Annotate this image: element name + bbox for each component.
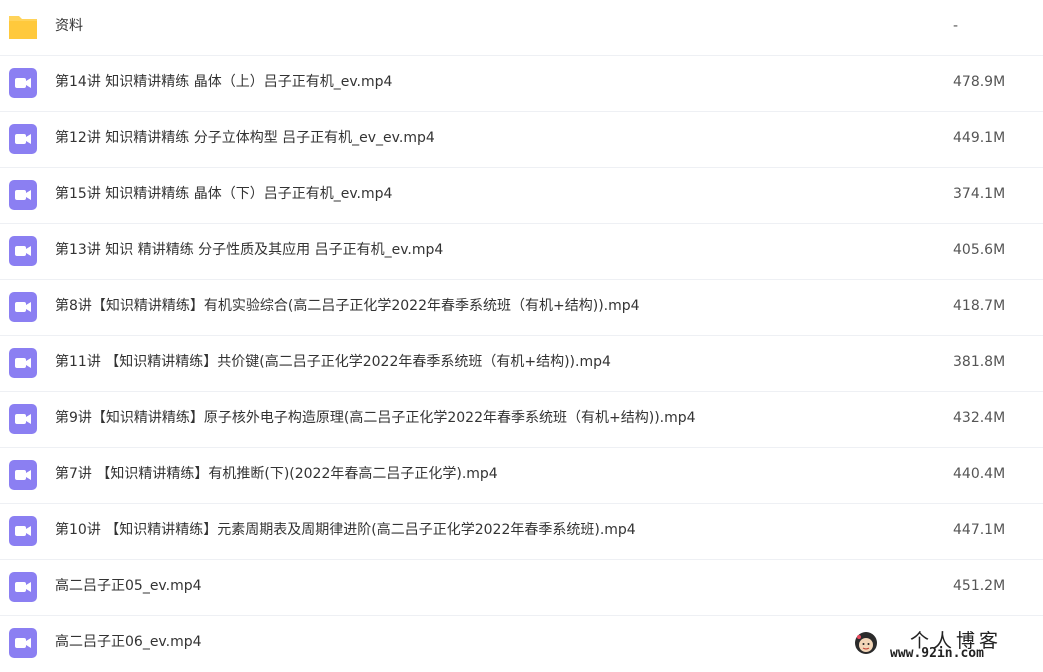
file-name: 第12讲 知识精讲精练 分子立体构型 吕子正有机_ev_ev.mp4 (55, 130, 435, 146)
file-size: 381.8M (953, 354, 1006, 370)
file-list: 资料 - 第14讲 知识精讲精练 晶体（上）吕子正有机_ev.mp4 478.9… (0, 0, 1043, 667)
file-size: 418.7M (953, 298, 1006, 314)
video-file-icon (8, 348, 38, 378)
video-file-icon (8, 180, 38, 210)
file-name: 第14讲 知识精讲精练 晶体（上）吕子正有机_ev.mp4 (55, 74, 393, 90)
video-file-icon (8, 68, 38, 98)
file-row[interactable]: 第9讲【知识精讲精练】原子核外电子构造原理(高二吕子正化学2022年春季系统班（… (0, 392, 1043, 448)
file-name: 资料 (55, 18, 83, 34)
file-row[interactable]: 第8讲【知识精讲精练】有机实验综合(高二吕子正化学2022年春季系统班（有机+结… (0, 280, 1043, 336)
video-file-icon (8, 572, 38, 602)
file-size: 451.2M (953, 578, 1006, 594)
file-size: 449.1M (953, 130, 1006, 146)
video-file-icon (8, 404, 38, 434)
video-file-icon (8, 292, 38, 322)
file-row[interactable]: 高二吕子正05_ev.mp4 451.2M (0, 560, 1043, 616)
file-size: 478.9M (953, 74, 1006, 90)
file-name: 第13讲 知识 精讲精练 分子性质及其应用 吕子正有机_ev.mp4 (55, 242, 444, 258)
video-file-icon (8, 236, 38, 266)
file-row[interactable]: 第13讲 知识 精讲精练 分子性质及其应用 吕子正有机_ev.mp4 405.6… (0, 224, 1043, 280)
file-size: - (953, 18, 959, 34)
file-name: 第9讲【知识精讲精练】原子核外电子构造原理(高二吕子正化学2022年春季系统班（… (55, 410, 696, 426)
file-name: 第8讲【知识精讲精练】有机实验综合(高二吕子正化学2022年春季系统班（有机+结… (55, 298, 640, 314)
file-name: 第7讲 【知识精讲精练】有机推断(下)(2022年春高二吕子正化学).mp4 (55, 466, 498, 482)
video-file-icon (8, 460, 38, 490)
file-name: 高二吕子正05_ev.mp4 (55, 578, 202, 594)
file-size: 440.4M (953, 466, 1006, 482)
video-file-icon (8, 124, 38, 154)
file-row[interactable]: 第10讲 【知识精讲精练】元素周期表及周期律进阶(高二吕子正化学2022年春季系… (0, 504, 1043, 560)
file-size: 432.4M (953, 410, 1006, 426)
file-size: 405.6M (953, 242, 1006, 258)
video-file-icon (8, 516, 38, 546)
file-name: 第10讲 【知识精讲精练】元素周期表及周期律进阶(高二吕子正化学2022年春季系… (55, 522, 636, 538)
file-row[interactable]: 第7讲 【知识精讲精练】有机推断(下)(2022年春高二吕子正化学).mp4 4… (0, 448, 1043, 504)
file-row[interactable]: 第12讲 知识精讲精练 分子立体构型 吕子正有机_ev_ev.mp4 449.1… (0, 112, 1043, 168)
blog-watermark: 个人博客 www.92in.com (848, 624, 1038, 664)
avatar-icon (850, 628, 882, 660)
file-row[interactable]: 第14讲 知识精讲精练 晶体（上）吕子正有机_ev.mp4 478.9M (0, 56, 1043, 112)
watermark-url: www.92in.com (890, 646, 984, 661)
file-name: 第15讲 知识精讲精练 晶体（下）吕子正有机_ev.mp4 (55, 186, 393, 202)
file-size: 447.1M (953, 522, 1006, 538)
video-file-icon (8, 628, 38, 658)
file-size: 374.1M (953, 186, 1006, 202)
file-name: 高二吕子正06_ev.mp4 (55, 634, 202, 650)
file-row[interactable]: 第15讲 知识精讲精练 晶体（下）吕子正有机_ev.mp4 374.1M (0, 168, 1043, 224)
file-name: 第11讲 【知识精讲精练】共价键(高二吕子正化学2022年春季系统班（有机+结构… (55, 354, 611, 370)
file-row-folder[interactable]: 资料 - (0, 0, 1043, 56)
file-row[interactable]: 第11讲 【知识精讲精练】共价键(高二吕子正化学2022年春季系统班（有机+结构… (0, 336, 1043, 392)
folder-icon (8, 12, 38, 42)
